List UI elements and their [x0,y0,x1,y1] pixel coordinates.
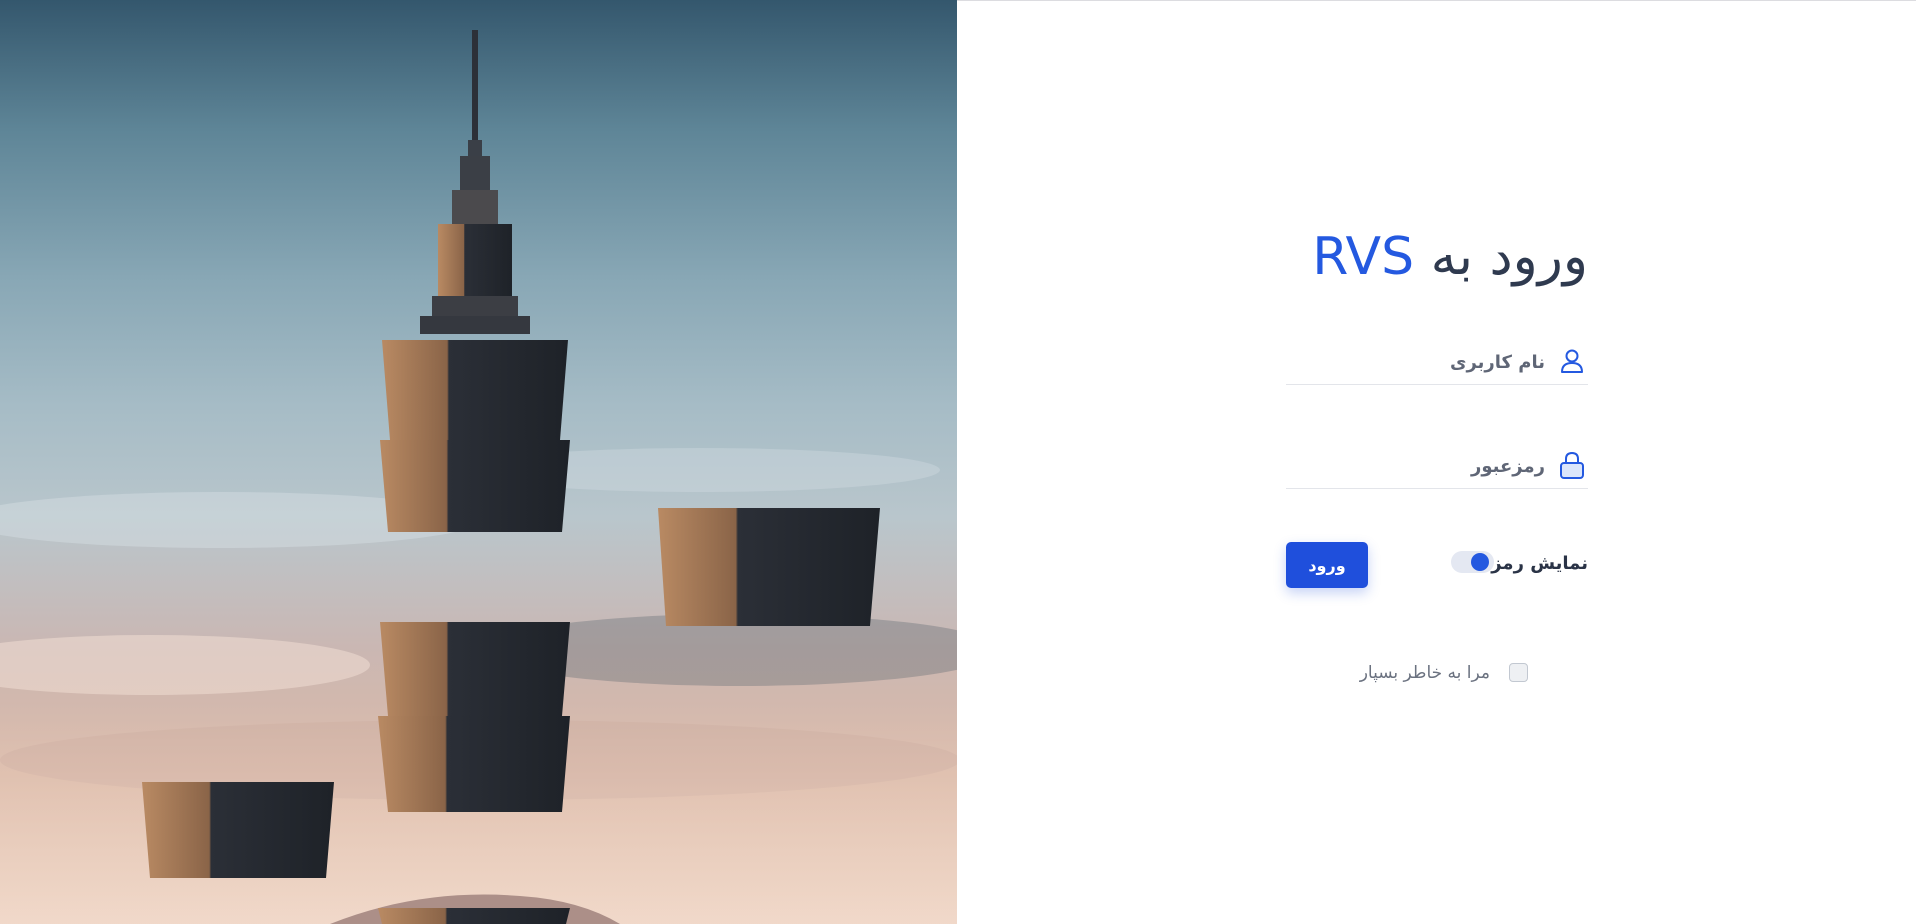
remember-me-checkbox[interactable] [1509,663,1528,682]
login-button[interactable]: ورود [1286,542,1368,588]
floating-tower-illustration [0,30,957,924]
hero-image [0,0,957,924]
title-prefix: ورود به [1430,227,1588,287]
toggle-knob [1471,553,1489,571]
remember-me-label: مرا به خاطر بسپار [1359,663,1490,683]
username-input[interactable] [1286,346,1505,378]
login-panel: ورود به RVS نام کاربری رمزعبور نمایش رمز… [1286,0,1588,924]
password-input[interactable] [1286,450,1505,482]
show-password-toggle[interactable] [1451,551,1494,573]
user-icon [1561,349,1583,373]
username-field: نام کاربری [1286,344,1588,385]
password-field: رمزعبور [1286,448,1588,489]
page-title: ورود به RVS [1312,222,1588,292]
show-password-label: نمایش رمز [1491,553,1588,574]
lock-icon [1560,451,1584,479]
brand-name: RVS [1312,227,1415,287]
